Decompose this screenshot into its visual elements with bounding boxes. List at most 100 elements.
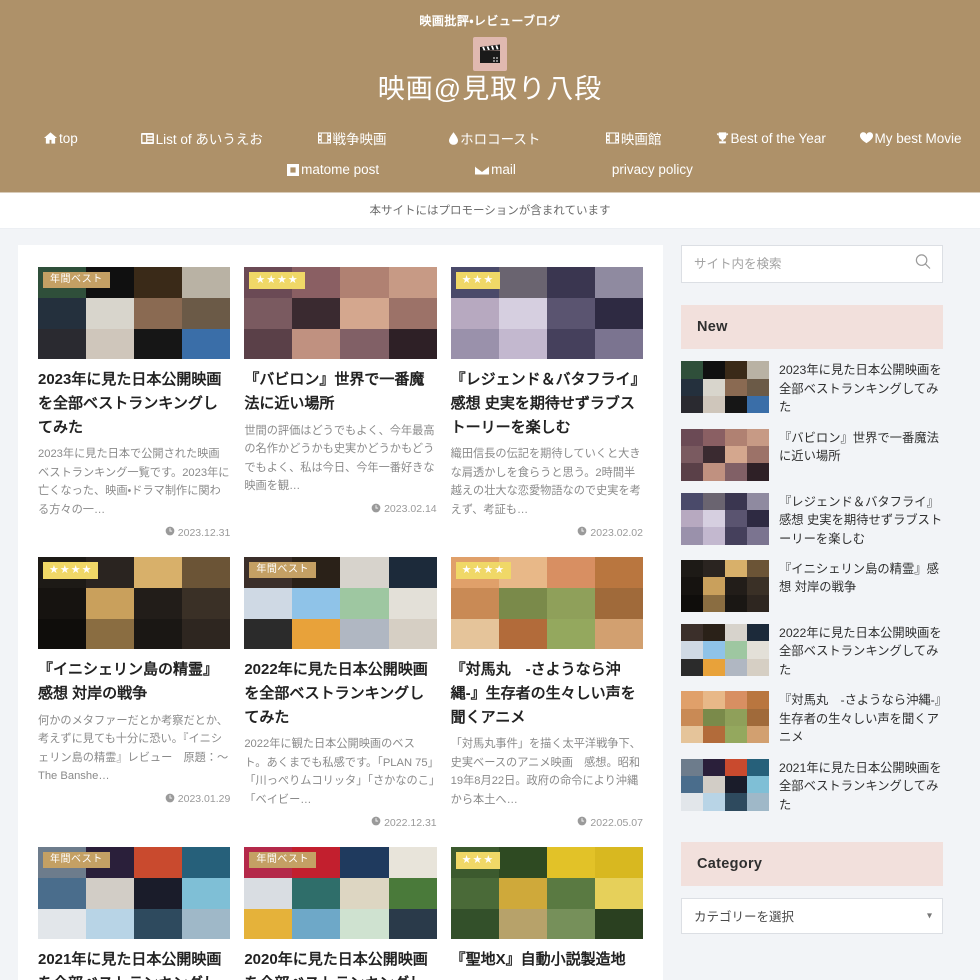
search-icon[interactable]: [915, 254, 931, 275]
post-excerpt: 2023年に見た日本で公開された映画ベストランキング一覧です。2023年に亡くな…: [38, 448, 230, 516]
list-icon: [140, 132, 154, 144]
drop-icon: [449, 132, 459, 145]
clock-icon: [165, 793, 175, 806]
post-title[interactable]: 『イニシェリン島の精霊』感想 対岸の戦争: [38, 658, 230, 705]
post-title[interactable]: 2020年に見た日本公開映画を全部ベストランキングしてみた: [244, 948, 436, 980]
new-post-title[interactable]: 2023年に見た日本公開映画を全部ベストランキングしてみた: [779, 361, 943, 416]
new-post-title[interactable]: 『イニシェリン島の精霊』感想 対岸の戦争: [779, 560, 943, 597]
thumbnail-image: [681, 428, 769, 481]
post-thumbnail[interactable]: 年間ベスト: [38, 267, 231, 360]
post-card[interactable]: 年間ベスト 2023年に見た日本公開映画を全部ベストランキングしてみた 2023年に…: [38, 267, 231, 539]
post-excerpt: 織田信長の伝記を期待していくと大きな肩透かしを食らうと思う。2時間半越えの壮大な…: [450, 448, 641, 516]
post-date: 2022.12.31: [384, 816, 437, 829]
new-post-title[interactable]: 『対馬丸 -さようなら沖縄-』生存者の生々しい声を聞くアニメ: [779, 691, 943, 746]
nav-item-privacy-policy[interactable]: privacy policy: [612, 157, 693, 182]
thumbnail-image: [681, 560, 769, 613]
search-input[interactable]: [694, 257, 908, 272]
post-thumbnail[interactable]: ★★★★: [450, 557, 643, 650]
post-title[interactable]: 『レジェンド＆バタフライ』感想 史実を期待せずラブストーリーを楽しむ: [451, 368, 643, 439]
post-excerpt: 何かのメタファーだとか考察だとか、考えずに見ても十分に恐い。『イニシェリン島の精…: [38, 714, 229, 783]
post-date: 2023.01.29: [177, 793, 231, 806]
post-thumbnail[interactable]: ★★★: [450, 267, 643, 360]
new-post-thumbnail[interactable]: [681, 428, 769, 481]
new-post-item[interactable]: 『レジェンド＆バタフライ』感想 史実を期待せずラブストーリーを楽しむ: [681, 487, 943, 554]
post-meta: 2023.02.14: [244, 503, 437, 516]
new-post-title[interactable]: 『レジェンド＆バタフライ』感想 史実を期待せずラブストーリーを楽しむ: [779, 493, 943, 548]
site-brand[interactable]: 映画@見取り八段: [0, 35, 980, 109]
search-box[interactable]: [681, 245, 943, 284]
site-title: 映画@見取り八段: [377, 74, 603, 104]
post-title[interactable]: 2021年に見た日本公開映画を全部ベストランキングしてみた: [38, 948, 230, 980]
post-title[interactable]: 『対馬丸 -さようなら沖縄-』生存者の生々しい声を聞くアニメ: [451, 658, 643, 729]
post-title[interactable]: 2022年に見た日本公開映画を全部ベストランキングしてみた: [244, 658, 436, 729]
film-icon: [317, 132, 331, 144]
home-icon: [44, 132, 57, 144]
widget-new: New 2023年に見た日本公開映画を全部ベストランキングしてみた 『バビロン』世…: [681, 305, 943, 820]
post-title[interactable]: 2023年に見た日本公開映画を全部ベストランキングしてみた: [38, 368, 230, 439]
new-post-item[interactable]: 『バビロン』世界で一番魔法に近い場所: [681, 423, 943, 487]
promotion-notice: 本サイトにはプロモーションが含まれています: [0, 193, 980, 230]
new-post-item[interactable]: 『イニシェリン島の精霊』感想 対岸の戦争: [681, 554, 943, 618]
nav-label: matome post: [301, 162, 380, 178]
new-post-list: 2023年に見た日本公開映画を全部ベストランキングしてみた『バビロン』世界で一番…: [681, 349, 943, 820]
new-post-thumbnail[interactable]: [681, 560, 769, 613]
new-post-thumbnail[interactable]: [681, 492, 769, 545]
post-thumbnail[interactable]: ★★★: [450, 847, 643, 940]
post-card[interactable]: 年間ベスト2020年に見た日本公開映画を全部ベストランキングしてみた2020年に…: [244, 847, 437, 980]
widget-category: Category カテゴリーを選択 ▾: [681, 841, 943, 934]
post-meta: 2023.02.02: [451, 526, 643, 539]
new-post-item[interactable]: 『対馬丸 -さようなら沖縄-』生存者の生々しい声を聞くアニメ: [681, 685, 943, 752]
nav-item-top[interactable]: top: [0, 126, 122, 151]
rating-badge: ★★★★: [43, 562, 99, 580]
post-date: 2022.05.07: [590, 816, 643, 829]
film-icon: [605, 132, 619, 144]
post-thumbnail[interactable]: ★★★★: [244, 267, 437, 360]
new-post-thumbnail[interactable]: [681, 691, 769, 744]
nav-item-mail[interactable]: mail: [475, 157, 516, 182]
post-meta: 2023.01.29: [38, 793, 230, 806]
nav-item-matome-post[interactable]: matome post: [287, 157, 379, 182]
nav-item-holocaust[interactable]: ホロコースト: [422, 123, 567, 153]
post-card[interactable]: ★★★★ 『バビロン』世界で一番魔法に近い場所 世間の評価はどうでもよく、今年最高の…: [244, 267, 437, 539]
new-post-title[interactable]: 2022年に見た日本公開映画を全部ベストランキングしてみた: [779, 624, 943, 679]
nav-item-cinema[interactable]: 映画館: [567, 123, 700, 153]
post-card[interactable]: 年間ベスト 2022年に見た日本公開映画を全部ベストランキングしてみた 2022年に…: [244, 557, 437, 829]
thumbnail-image: [681, 361, 769, 414]
new-post-item[interactable]: 2023年に見た日本公開映画を全部ベストランキングしてみた: [681, 355, 943, 422]
new-post-item[interactable]: 2022年に見た日本公開映画を全部ベストランキングしてみた: [681, 618, 943, 685]
post-date: 2023.12.31: [177, 526, 231, 539]
post-thumbnail[interactable]: 年間ベスト: [244, 847, 437, 940]
post-card[interactable]: ★★★ 『レジェンド＆バタフライ』感想 史実を期待せずラブストーリーを楽しむ 織田信…: [450, 267, 643, 539]
year-best-badge: 年間ベスト: [43, 272, 110, 289]
post-card[interactable]: ★★★★ 『対馬丸 -さようなら沖縄-』生存者の生々しい声を聞くアニメ 「対馬丸事件…: [450, 557, 643, 829]
post-card[interactable]: 年間ベスト2021年に見た日本公開映画を全部ベストランキングしてみた2021年に…: [38, 847, 231, 980]
post-thumbnail[interactable]: 年間ベスト: [38, 847, 231, 940]
nav-label: Best of the Year: [730, 130, 826, 146]
nav-label: My best Movie: [874, 130, 962, 146]
post-card[interactable]: ★★★★ 『イニシェリン島の精霊』感想 対岸の戦争何かのメタファーだとか考察だとか…: [38, 557, 231, 829]
main-content: 年間ベスト 2023年に見た日本公開映画を全部ベストランキングしてみた 2023年に…: [18, 245, 663, 980]
new-post-title[interactable]: 『バビロン』世界で一番魔法に近い場所: [779, 429, 943, 466]
post-card[interactable]: ★★★『聖地X』自動小説製造地監督：入江悠 キャスト：岡田将生,川口春奈,渋川清…: [450, 847, 643, 980]
post-thumbnail[interactable]: ★★★★: [38, 557, 231, 650]
post-date: 2023.02.14: [384, 503, 437, 516]
new-post-thumbnail[interactable]: [681, 624, 769, 677]
new-post-thumbnail[interactable]: [681, 758, 769, 811]
post-meta: 2022.05.07: [451, 816, 643, 829]
post-title[interactable]: 『バビロン』世界で一番魔法に近い場所: [244, 368, 436, 415]
nav-item-my-best-movie[interactable]: My best Movie: [841, 126, 980, 151]
post-thumbnail[interactable]: 年間ベスト: [244, 557, 437, 650]
note-icon: [287, 163, 300, 176]
post-title[interactable]: 『聖地X』自動小説製造地: [451, 948, 643, 972]
nav-item-list-aiueo[interactable]: List of あいうえお: [122, 123, 282, 153]
rating-badge: ★★★: [455, 272, 501, 290]
nav-item-best-of-the-year[interactable]: Best of the Year: [700, 126, 841, 151]
new-post-item[interactable]: 2021年に見た日本公開映画を全部ベストランキングしてみた: [681, 753, 943, 820]
nav-label: privacy policy: [611, 162, 693, 178]
site-header: 映画批評・レビューブログ 映画@見取り八段 top List of あいうえお …: [0, 0, 980, 194]
new-post-title[interactable]: 2021年に見た日本公開映画を全部ベストランキングしてみた: [779, 759, 943, 814]
category-select[interactable]: カテゴリーを選択 ▾: [681, 897, 943, 934]
new-post-thumbnail[interactable]: [681, 361, 769, 414]
nav-item-war-movies[interactable]: 戦争映画: [282, 123, 423, 153]
rating-badge: ★★★★: [249, 272, 305, 290]
